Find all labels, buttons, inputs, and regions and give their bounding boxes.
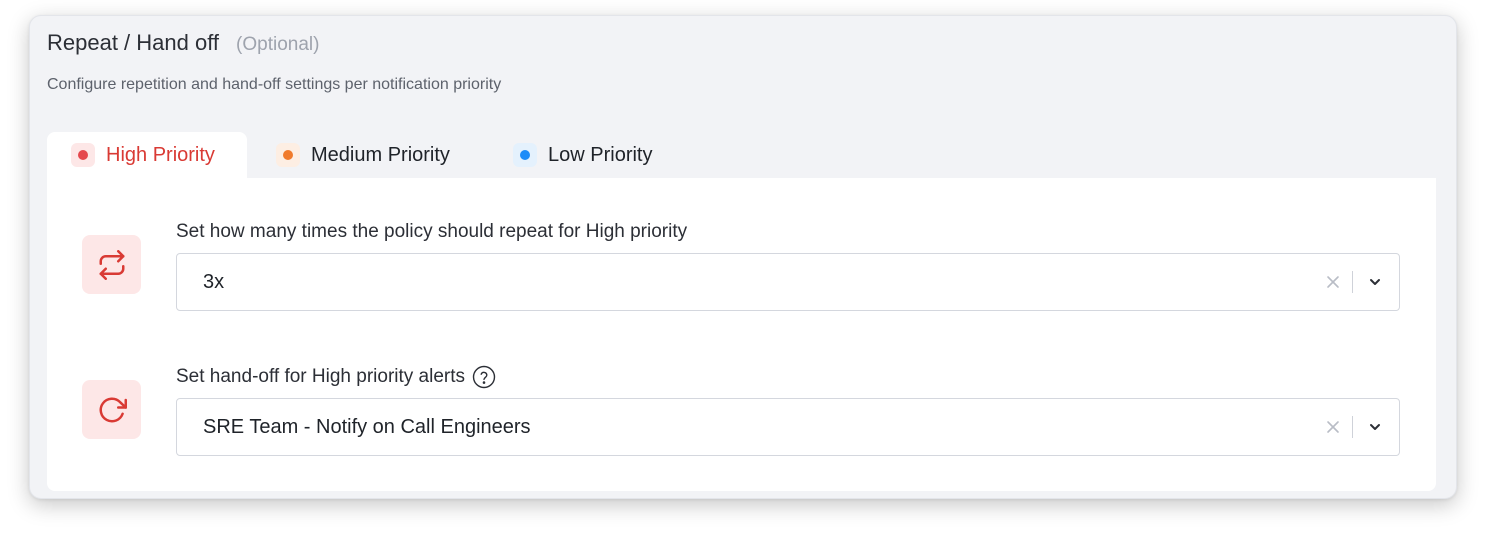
tab-panel-high-priority: Set how many times the policy should rep… [47, 178, 1436, 491]
tab-high-priority[interactable]: High Priority [47, 132, 247, 178]
section-title: Repeat / Hand off [47, 30, 220, 55]
handoff-label: Set hand-off for High priority alerts [176, 366, 466, 387]
select-separator [1352, 271, 1353, 293]
handoff-value: SRE Team - Notify on Call Engineers [203, 415, 531, 438]
clear-icon[interactable] [1322, 271, 1344, 293]
tab-low-priority[interactable]: Low Priority [483, 132, 676, 178]
clear-icon[interactable] [1322, 416, 1344, 438]
optional-label: (Optional) [236, 34, 320, 55]
chevron-down-icon[interactable] [1363, 415, 1387, 439]
repeat-count-value: 3x [203, 270, 225, 293]
handoff-select[interactable]: SRE Team - Notify on Call Engineers [176, 398, 1400, 456]
high-priority-dot-icon [71, 143, 95, 167]
repeat-icon [82, 235, 141, 294]
select-separator [1352, 416, 1353, 438]
tab-label: Low Priority [548, 143, 653, 166]
section-subtitle: Configure repetition and hand-off settin… [47, 76, 502, 93]
question-circle-icon[interactable] [472, 365, 496, 389]
tab-medium-priority[interactable]: Medium Priority [247, 132, 483, 178]
section-header: Repeat / Hand off (Optional) [47, 30, 319, 56]
chevron-down-icon[interactable] [1363, 270, 1387, 294]
tab-label: High Priority [106, 143, 215, 166]
repeat-count-select[interactable]: 3x [176, 253, 1400, 311]
priority-tabs: High Priority Medium Priority Low Priori… [47, 132, 676, 178]
tab-label: Medium Priority [311, 143, 450, 166]
low-priority-dot-icon [513, 143, 537, 167]
medium-priority-dot-icon [276, 143, 300, 167]
handoff-label-row: Set hand-off for High priority alerts [176, 365, 496, 389]
rotate-cw-icon [82, 380, 141, 439]
repeat-label: Set how many times the policy should rep… [176, 221, 688, 242]
repeat-handoff-card: Repeat / Hand off (Optional) Configure r… [29, 15, 1457, 499]
